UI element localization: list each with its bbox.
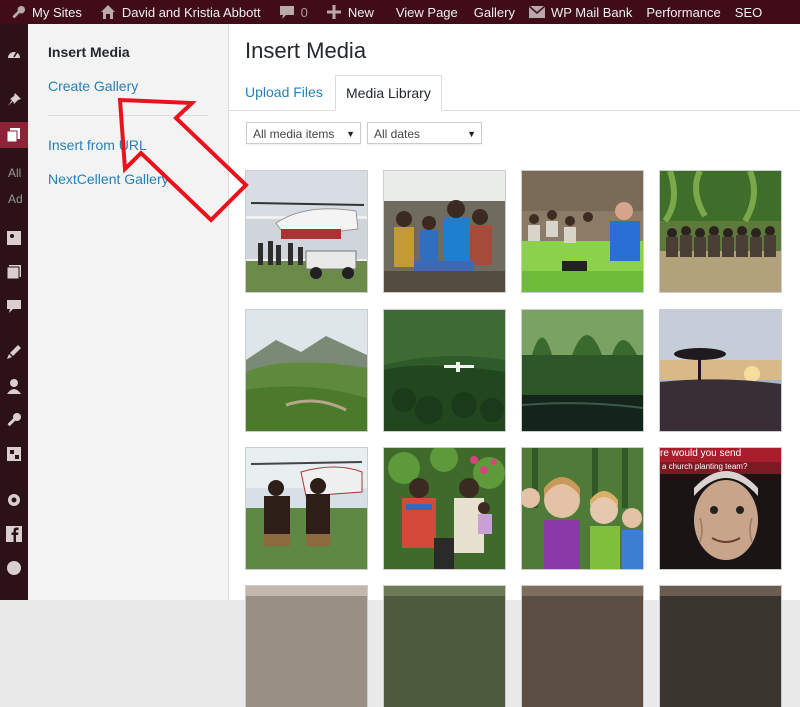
media-type-filter-value: All media items xyxy=(253,127,335,141)
seo-label: SEO xyxy=(734,4,763,20)
insert-from-url-link[interactable]: Insert from URL xyxy=(48,137,147,153)
partial-photo-2 xyxy=(384,586,505,707)
women-selfie-photo xyxy=(522,448,643,569)
users-icon[interactable] xyxy=(6,378,22,394)
attachment-jungle-airstrip[interactable] xyxy=(384,310,505,431)
my-sites-icon xyxy=(10,4,26,20)
date-filter[interactable]: All dates ▼ xyxy=(367,122,482,144)
admin-bar: My Sites David and Kristia Abbott 0 New … xyxy=(0,0,800,24)
new-content-menu[interactable]: New xyxy=(326,4,374,20)
attachment-presentation-meeting[interactable] xyxy=(522,171,643,292)
admin-submenu-add[interactable]: Ad xyxy=(8,192,23,206)
dashboard-icon[interactable] xyxy=(6,46,22,62)
pin-icon[interactable] xyxy=(6,92,22,108)
attachment-row4-3[interactable] xyxy=(522,586,643,707)
mail-icon xyxy=(528,4,545,20)
tab-bar-divider xyxy=(229,110,800,111)
tab-upload-files[interactable]: Upload Files xyxy=(235,75,333,109)
view-page-label: View Page xyxy=(395,4,458,20)
admin-submenu-all[interactable]: All xyxy=(8,166,21,180)
media-type-filter[interactable]: All media items ▼ xyxy=(246,122,361,144)
chevron-down-icon: ▼ xyxy=(467,129,476,139)
gallery-menu-icon[interactable] xyxy=(6,230,22,246)
performance-menu[interactable]: Performance xyxy=(646,5,720,20)
plus-icon xyxy=(326,4,342,20)
attachment-airplane-passengers[interactable] xyxy=(384,171,505,292)
comments-menu-icon[interactable] xyxy=(6,298,22,314)
media-menu-title: Insert Media xyxy=(48,44,130,60)
attachment-row4-4[interactable] xyxy=(660,586,781,707)
helicopter-villagers-photo xyxy=(246,448,367,569)
sunset-tree-photo xyxy=(660,310,781,431)
chevron-down-icon: ▼ xyxy=(346,129,355,139)
home-icon xyxy=(100,4,116,20)
circle-icon[interactable] xyxy=(6,560,22,576)
tab-media-library[interactable]: Media Library xyxy=(335,75,442,111)
comments-menu[interactable]: 0 xyxy=(279,4,308,20)
partial-photo-1 xyxy=(246,586,367,707)
wp-mail-bank-menu[interactable]: WP Mail Bank xyxy=(528,4,633,20)
attachment-church-planting-team[interactable]: re would you send a church planting team… xyxy=(660,448,781,569)
date-filter-value: All dates xyxy=(374,127,421,141)
partial-photo-4 xyxy=(660,586,781,707)
comment-icon xyxy=(279,4,295,20)
attachment-row4-2[interactable] xyxy=(384,586,505,707)
presentation-meeting-photo xyxy=(522,171,643,292)
view-page-link[interactable]: View Page xyxy=(396,5,458,20)
attachment-helicopter-crowd[interactable] xyxy=(246,171,367,292)
attachment-mountain-valley[interactable] xyxy=(246,310,367,431)
helicopter-crowd-photo xyxy=(246,171,367,292)
gallery-menu[interactable]: Gallery xyxy=(474,5,515,20)
settings-icon[interactable] xyxy=(6,492,22,508)
media-menu: Insert Media Create Gallery Insert from … xyxy=(28,24,229,600)
family-portrait-photo xyxy=(384,448,505,569)
create-gallery-link[interactable]: Create Gallery xyxy=(48,78,138,94)
media-frame-title: Insert Media xyxy=(245,38,367,63)
performance-label: Performance xyxy=(646,4,721,20)
tools-icon[interactable] xyxy=(6,412,22,428)
mountain-valley-photo xyxy=(246,310,367,431)
plugin-grid-icon[interactable] xyxy=(6,446,22,462)
attachment-row4-1[interactable] xyxy=(246,586,367,707)
site-name-label: David and Kristia Abbott xyxy=(121,4,261,20)
site-name-menu[interactable]: David and Kristia Abbott xyxy=(100,4,261,20)
my-sites-label: My Sites xyxy=(32,4,82,20)
attachment-family-portrait[interactable] xyxy=(384,448,505,569)
attachment-rainforest-river[interactable] xyxy=(522,310,643,431)
airplane-passengers-photo xyxy=(384,171,505,292)
attachment-women-selfie[interactable] xyxy=(522,448,643,569)
rainforest-river-photo xyxy=(522,310,643,431)
overlay-line-2: a church planting team? xyxy=(662,462,748,471)
attachment-village-group[interactable] xyxy=(660,171,781,292)
appearance-icon[interactable] xyxy=(6,344,22,360)
new-label: New xyxy=(347,4,374,20)
nextcellent-gallery-link[interactable]: NextCellent Gallery xyxy=(48,171,169,187)
menu-separator xyxy=(48,115,208,116)
media-frame-content: Insert Media Upload Files Media Library … xyxy=(229,24,800,707)
jungle-airstrip-photo xyxy=(384,310,505,431)
admin-menu: All Ad xyxy=(0,24,28,600)
wp-mail-bank-label: WP Mail Bank xyxy=(550,4,633,20)
pages-icon[interactable] xyxy=(6,264,22,280)
media-icon[interactable] xyxy=(6,127,22,143)
facebook-icon[interactable] xyxy=(6,526,22,542)
gallery-label: Gallery xyxy=(473,4,515,20)
attachment-helicopter-villagers[interactable] xyxy=(246,448,367,569)
overlay-line-1: re would you send xyxy=(660,448,742,459)
seo-menu[interactable]: SEO xyxy=(735,5,762,20)
partial-photo-3 xyxy=(522,586,643,707)
my-sites-menu[interactable]: My Sites xyxy=(10,4,82,20)
attachment-sunset-tree[interactable] xyxy=(660,310,781,431)
comments-count: 0 xyxy=(300,4,308,20)
village-group-photo xyxy=(660,171,781,292)
